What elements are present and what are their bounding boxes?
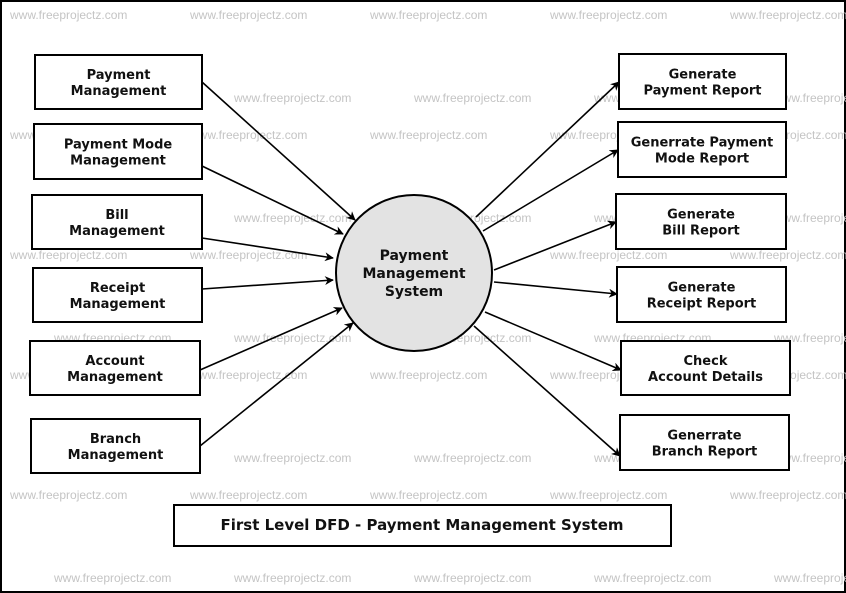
input-entity-3[interactable]: BillManagement — [31, 194, 203, 250]
watermark-text: www.freeprojectz.com — [9, 248, 127, 262]
input-entity-label: Management — [70, 154, 166, 169]
watermark-text: www.freeprojectz.com — [9, 488, 127, 502]
watermark-text: www.freeprojectz.com — [189, 128, 307, 142]
input-entity-2[interactable]: Payment ModeManagement — [33, 123, 203, 180]
watermark-text: www.freeprojectz.com — [773, 571, 846, 585]
output-entity-label: Generate — [667, 208, 735, 223]
watermark-text: www.freeprojectz.com — [549, 8, 667, 22]
input-entity-4[interactable]: ReceiptManagement — [32, 267, 203, 323]
watermark-text: www.freeprojectz.com — [189, 248, 307, 262]
input-entity-label: Payment Mode — [64, 138, 173, 153]
watermark-text: www.freeprojectz.com — [369, 488, 487, 502]
output-entity-label: Generate — [668, 281, 736, 296]
flow-arrow-pms-to-out3 — [493, 220, 617, 271]
output-entity-label: Payment Report — [643, 84, 761, 99]
input-entity-label: Management — [67, 370, 163, 385]
output-entity-label: Account Details — [648, 370, 763, 385]
input-entity-label: Branch — [90, 432, 141, 447]
output-entity-label: Check — [684, 354, 728, 369]
input-entity-label: Account — [85, 354, 144, 369]
watermark-text: www.freeprojectz.com — [189, 8, 307, 22]
input-entity-6[interactable]: BranchManagement — [30, 418, 201, 474]
diagram-title-box: First Level DFD - Payment Management Sys… — [173, 504, 672, 547]
output-entity-label: Bill Report — [662, 224, 740, 239]
input-entity-label: Management — [69, 224, 165, 239]
watermark-text: www.freeprojectz.com — [233, 91, 351, 105]
output-entity-label: Generrate Payment — [631, 136, 774, 151]
watermark-text: www.freeprojectz.com — [189, 368, 307, 382]
watermark-text: www.freeprojectz.com — [549, 488, 667, 502]
output-entity-1[interactable]: GeneratePayment Report — [618, 53, 787, 110]
process-label: Payment — [380, 248, 449, 264]
central-process[interactable]: Payment Management System — [335, 194, 493, 352]
output-entity-5[interactable]: CheckAccount Details — [620, 340, 791, 396]
watermark-text: www.freeprojectz.com — [413, 91, 531, 105]
dfd-diagram: www.freeprojectz.com www.freeprojectz.com… — [9, 8, 846, 585]
watermark-text: www.freeprojectz.com — [729, 488, 846, 502]
watermark-text: www.freeprojectz.com — [549, 248, 667, 262]
watermark-text: www.freeprojectz.com — [9, 8, 127, 22]
flow-arrow-pms-to-out4 — [493, 281, 618, 298]
output-entity-4[interactable]: GenerateReceipt Report — [616, 266, 787, 323]
output-entity-6[interactable]: GenerrateBranch Report — [619, 414, 790, 471]
input-entity-label: Management — [68, 448, 164, 463]
watermark-text: www.freeprojectz.com — [189, 488, 307, 502]
watermark-text: www.freeprojectz.com — [369, 8, 487, 22]
flow-arrow-in4-to-pms — [201, 276, 334, 290]
input-entity-label: Payment — [87, 68, 151, 83]
output-entity-label: Generate — [669, 68, 737, 83]
output-entity-label: Branch Report — [652, 445, 758, 460]
watermark-text: www.freeprojectz.com — [233, 571, 351, 585]
flow-arrow-pms-to-out6 — [473, 325, 621, 457]
watermark-text: www.freeprojectz.com — [233, 451, 351, 465]
watermark-text: www.freeprojectz.com — [233, 211, 351, 225]
watermark-text: www.freeprojectz.com — [593, 571, 711, 585]
input-entity-1[interactable]: PaymentManagement — [34, 54, 203, 110]
watermark-text: www.freeprojectz.com — [729, 248, 846, 262]
process-label: Management — [362, 266, 465, 282]
input-entity-5[interactable]: AccountManagement — [29, 340, 201, 396]
output-entity-2[interactable]: Generrate PaymentMode Report — [617, 121, 787, 178]
diagram-title: First Level DFD - Payment Management Sys… — [221, 516, 624, 534]
watermark-text: www.freeprojectz.com — [53, 571, 171, 585]
input-entity-label: Receipt — [90, 281, 145, 296]
input-entity-label: Management — [71, 84, 167, 99]
process-label: System — [385, 284, 443, 300]
input-entity-label: Bill — [105, 208, 128, 223]
output-entity-label: Mode Report — [655, 152, 749, 167]
input-entity-label: Management — [70, 297, 166, 312]
watermark-text: www.freeprojectz.com — [369, 368, 487, 382]
output-entity-label: Receipt Report — [647, 297, 757, 312]
watermark-text: www.freeprojectz.com — [369, 128, 487, 142]
watermark-text: www.freeprojectz.com — [729, 8, 846, 22]
watermark-text: www.freeprojectz.com — [413, 571, 531, 585]
watermark-text: www.freeprojectz.com — [413, 451, 531, 465]
output-entity-label: Generrate — [667, 429, 741, 444]
node-layer: PaymentManagementPayment ModeManagementB… — [29, 53, 791, 474]
output-entity-3[interactable]: GenerateBill Report — [615, 193, 787, 250]
